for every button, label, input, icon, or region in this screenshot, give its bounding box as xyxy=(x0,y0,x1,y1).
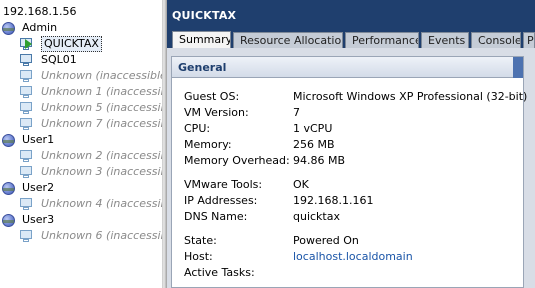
tree-resource-pool[interactable]: Admin xyxy=(2,20,57,36)
tree-vm-item[interactable]: Unknown 4 (inaccessible xyxy=(19,196,162,212)
field-label: Active Tasks: xyxy=(184,266,255,279)
collapse-handle[interactable] xyxy=(513,57,523,78)
inventory-tree: 192.168.1.56 Admin QUICKTAX SQL01 Unknown (… xyxy=(0,0,162,288)
tab-resource-allocation[interactable]: Resource Allocation xyxy=(233,32,343,48)
host-node[interactable]: 192.168.1.56 xyxy=(3,5,76,18)
summary-content: General Guest OS: Microsoft Windows XP Pr… xyxy=(167,48,535,288)
tree-item-label: User1 xyxy=(22,133,55,146)
field-value: 1 vCPU xyxy=(293,122,333,135)
field-value: OK xyxy=(293,178,309,191)
tab-events[interactable]: Events xyxy=(421,32,469,48)
vm-icon xyxy=(19,85,33,99)
tree-resource-pool[interactable]: User3 xyxy=(2,212,54,228)
detail-panel: QUICKTAX Summary Resource Allocation Per… xyxy=(167,0,535,288)
field-value: quicktax xyxy=(293,210,340,223)
tree-vm-item[interactable]: SQL01 xyxy=(19,52,77,68)
vm-icon xyxy=(19,197,33,211)
title-bar: QUICKTAX xyxy=(167,0,535,30)
tree-vm-item[interactable]: Unknown 7 (inaccessible xyxy=(19,116,162,132)
resource-pool-icon xyxy=(2,133,15,147)
field-label: Guest OS: xyxy=(184,90,240,103)
tab-summary[interactable]: Summary xyxy=(172,31,231,49)
tree-item-label: Unknown 4 (inaccessible xyxy=(41,197,162,210)
tree-resource-pool[interactable]: User2 xyxy=(2,180,54,196)
resource-pool-icon xyxy=(2,213,15,227)
tree-item-label: Unknown 2 (inaccessible xyxy=(41,149,162,162)
tree-item-label: User3 xyxy=(22,213,55,226)
vm-icon xyxy=(19,101,33,115)
field-label: CPU: xyxy=(184,122,211,135)
tree-vm-item[interactable]: Unknown 6 (inaccessible xyxy=(19,228,162,244)
tree-vm-item[interactable]: Unknown 3 (inaccessible xyxy=(19,164,162,180)
tab-strip: Summary Resource Allocation Performance … xyxy=(167,30,535,49)
tree-vm-item[interactable]: Unknown 1 (inaccessible xyxy=(19,84,162,100)
field-label: Memory: xyxy=(184,138,232,151)
tree-vm-item[interactable]: Unknown 2 (inaccessible xyxy=(19,148,162,164)
tree-item-label: Unknown 3 (inaccessible xyxy=(41,165,162,178)
vm-icon xyxy=(19,53,33,67)
field-value: Powered On xyxy=(293,234,359,247)
host-link[interactable]: localhost.localdomain xyxy=(293,250,413,263)
tree-vm-item[interactable]: Unknown 5 (inaccessible xyxy=(19,100,162,116)
vm-icon xyxy=(19,149,33,163)
vm-title: QUICKTAX xyxy=(172,9,237,22)
resource-pool-icon xyxy=(2,21,15,35)
field-label: State: xyxy=(184,234,217,247)
vm-running-icon xyxy=(19,37,33,51)
tree-vm-item[interactable]: QUICKTAX xyxy=(19,36,102,52)
vm-icon xyxy=(19,165,33,179)
field-label: VM Version: xyxy=(184,106,249,119)
field-value: 94.86 MB xyxy=(293,154,346,167)
tab-performance[interactable]: Performance xyxy=(345,32,419,48)
field-value: Microsoft Windows XP Professional (32-bi… xyxy=(293,90,528,103)
tree-item-label: Admin xyxy=(22,21,58,34)
field-label: DNS Name: xyxy=(184,210,248,223)
tree-vm-item[interactable]: Unknown (inaccessible) xyxy=(19,68,162,84)
tree-item-label: User2 xyxy=(22,181,55,194)
field-label: IP Addresses: xyxy=(184,194,258,207)
tree-item-label: Unknown 5 (inaccessible xyxy=(41,101,162,114)
field-value: 192.168.1.161 xyxy=(293,194,374,207)
field-value: 256 MB xyxy=(293,138,335,151)
vm-icon xyxy=(19,69,33,83)
vm-icon xyxy=(19,117,33,131)
vm-icon xyxy=(19,229,33,243)
tree-item-label: Unknown 6 (inaccessible xyxy=(41,229,162,242)
tree-item-label: Unknown (inaccessible) xyxy=(41,69,162,82)
field-value: 7 xyxy=(293,106,300,119)
field-label: Host: xyxy=(184,250,213,263)
tree-item-label: QUICKTAX xyxy=(41,36,102,52)
field-label: VMware Tools: xyxy=(184,178,263,191)
tab-console[interactable]: Console xyxy=(471,32,521,48)
general-section: General Guest OS: Microsoft Windows XP Pr… xyxy=(171,56,528,288)
tree-item-label: Unknown 1 (inaccessible xyxy=(41,85,162,98)
section-title: General xyxy=(178,61,227,74)
resource-pool-icon xyxy=(2,181,15,195)
tree-item-label: Unknown 7 (inaccessible xyxy=(41,117,162,130)
tree-resource-pool[interactable]: User1 xyxy=(2,132,54,148)
general-section-header[interactable]: General xyxy=(172,57,523,78)
tab-permissions[interactable]: P xyxy=(523,32,535,48)
field-label: Memory Overhead: xyxy=(184,154,290,167)
tree-item-label: SQL01 xyxy=(41,53,77,66)
